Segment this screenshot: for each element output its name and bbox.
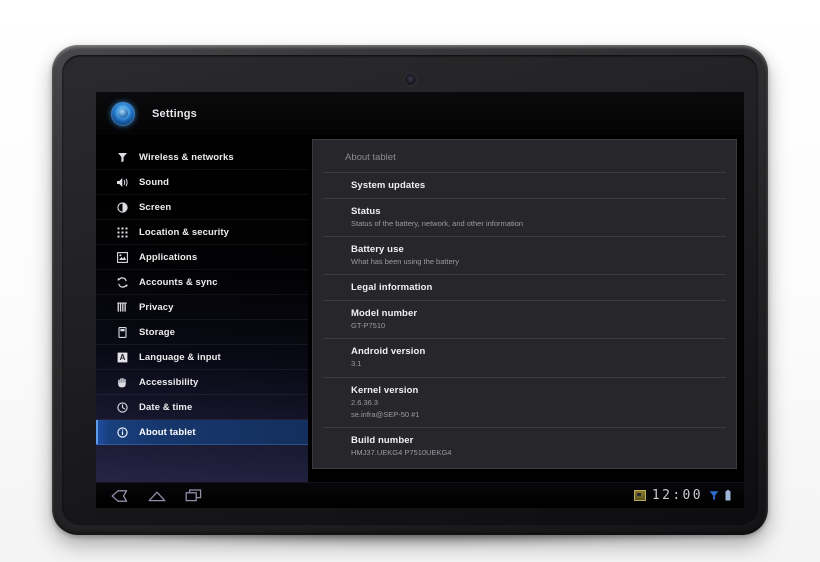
screenshot-notification-icon[interactable] <box>633 490 646 501</box>
row-title: Android version <box>351 346 426 358</box>
recent-apps-icon[interactable] <box>184 488 203 503</box>
tablet-bezel: Settings Wireless & networks Sound Scree… <box>62 55 758 525</box>
panel-title: About tablet <box>345 152 396 163</box>
storage-icon <box>114 325 130 339</box>
sidebar-item-about-tablet[interactable]: About tablet <box>96 420 308 445</box>
row-title: Legal information <box>351 282 433 294</box>
sidebar-item-screen[interactable]: Screen <box>96 195 308 220</box>
sidebar-item-label: Privacy <box>139 301 174 313</box>
sidebar-item-label: Location & security <box>139 226 230 238</box>
row-value: GT-P7510 <box>351 321 386 331</box>
action-bar: Settings <box>96 92 744 135</box>
sidebar-item-accessibility[interactable]: Accessibility <box>96 370 308 395</box>
sidebar-item-sound[interactable]: Sound <box>96 170 308 195</box>
sidebar-item-label: Applications <box>139 251 198 263</box>
tablet-device: Settings Wireless & networks Sound Scree… <box>52 45 768 535</box>
row-title: Status <box>351 206 381 217</box>
tablet-screen: Settings Wireless & networks Sound Scree… <box>96 92 744 508</box>
sidebar-item-label: Wireless & networks <box>139 151 234 163</box>
language-input-icon: A <box>114 350 130 364</box>
sidebar-item-date-time[interactable]: Date & time <box>96 395 308 420</box>
back-icon[interactable] <box>110 488 129 503</box>
about-tablet-panel: About tablet System updates Status Statu… <box>312 139 737 469</box>
svg-text:A: A <box>119 353 125 362</box>
row-kernel-version: Kernel version 2.6.36.3 se.infra@SEP-50 … <box>323 376 726 427</box>
sidebar-item-label: Storage <box>139 326 176 338</box>
sidebar-item-label: Accounts & sync <box>139 276 218 288</box>
row-status[interactable]: Status Status of the battery, network, a… <box>323 198 726 236</box>
row-value: 3.1 <box>351 359 362 369</box>
sound-speaker-icon <box>114 175 130 189</box>
accessibility-hand-icon <box>114 375 130 389</box>
sidebar-item-label: Language & input <box>139 351 221 363</box>
sidebar-item-storage[interactable]: Storage <box>96 320 308 345</box>
status-clock: 12:00 <box>651 488 703 503</box>
sidebar-item-location-security[interactable]: Location & security <box>96 220 308 245</box>
row-legal-information[interactable]: Legal information <box>323 274 726 300</box>
row-value-line2: se.infra@SEP-50 #1 <box>351 409 420 419</box>
sidebar-item-privacy[interactable]: Privacy <box>96 295 308 320</box>
row-build-number: Build number HMJ37.UEKG4 P7510UEKG4 <box>323 426 726 465</box>
row-model-number: Model number GT-P7510 <box>323 300 726 338</box>
sidebar-item-label: Sound <box>139 176 170 188</box>
app-title: Settings <box>152 107 197 120</box>
panel-container: About tablet System updates Status Statu… <box>308 135 744 483</box>
sidebar-item-label: About tablet <box>139 426 196 438</box>
screen-brightness-icon <box>114 200 130 214</box>
clock-icon <box>114 400 130 414</box>
status-area[interactable]: 12:00 <box>633 488 731 503</box>
sidebar-item-label: Screen <box>139 201 172 213</box>
wifi-icon <box>709 490 719 501</box>
sidebar-item-accounts-sync[interactable]: Accounts & sync <box>96 270 308 295</box>
wireless-icon <box>114 150 130 164</box>
location-grid-icon <box>114 225 130 239</box>
applications-icon <box>114 250 130 264</box>
sidebar-item-applications[interactable]: Applications <box>96 245 308 270</box>
sidebar-item-label: Date & time <box>139 401 193 413</box>
front-camera-icon <box>404 74 416 85</box>
row-title: Build number <box>351 434 414 446</box>
sidebar-item-wireless-networks[interactable]: Wireless & networks <box>96 145 308 170</box>
row-title: Battery use <box>351 244 404 256</box>
row-title: Kernel version <box>351 384 419 396</box>
sidebar-item-language-input[interactable]: A Language & input <box>96 345 308 370</box>
settings-orb-icon <box>111 101 135 126</box>
battery-icon <box>725 490 731 501</box>
sidebar-item-label: Accessibility <box>139 376 199 388</box>
row-title: Model number <box>351 308 418 320</box>
screenshot-stage: Settings Wireless & networks Sound Scree… <box>0 0 820 562</box>
row-value: HMJ37.UEKG4 P7510UEKG4 <box>351 447 452 457</box>
system-bar: 12:00 <box>96 482 744 508</box>
row-value: 2.6.36.3 <box>351 397 379 407</box>
settings-sidebar: Wireless & networks Sound Screen Locatio… <box>96 135 308 483</box>
info-icon <box>114 425 130 439</box>
navigation-keys <box>110 488 203 503</box>
settings-content: Wireless & networks Sound Screen Locatio… <box>96 135 744 483</box>
home-icon[interactable] <box>147 488 166 503</box>
row-subtitle: What has been using the battery <box>351 257 459 267</box>
row-android-version: Android version 3.1 <box>323 338 726 376</box>
row-subtitle: Status of the battery, network, and othe… <box>351 219 524 228</box>
row-title: System updates <box>351 180 426 191</box>
row-battery-use[interactable]: Battery use What has been using the batt… <box>323 236 726 274</box>
privacy-icon <box>114 300 130 314</box>
row-system-updates[interactable]: System updates <box>323 172 726 198</box>
accounts-sync-icon <box>114 275 130 289</box>
